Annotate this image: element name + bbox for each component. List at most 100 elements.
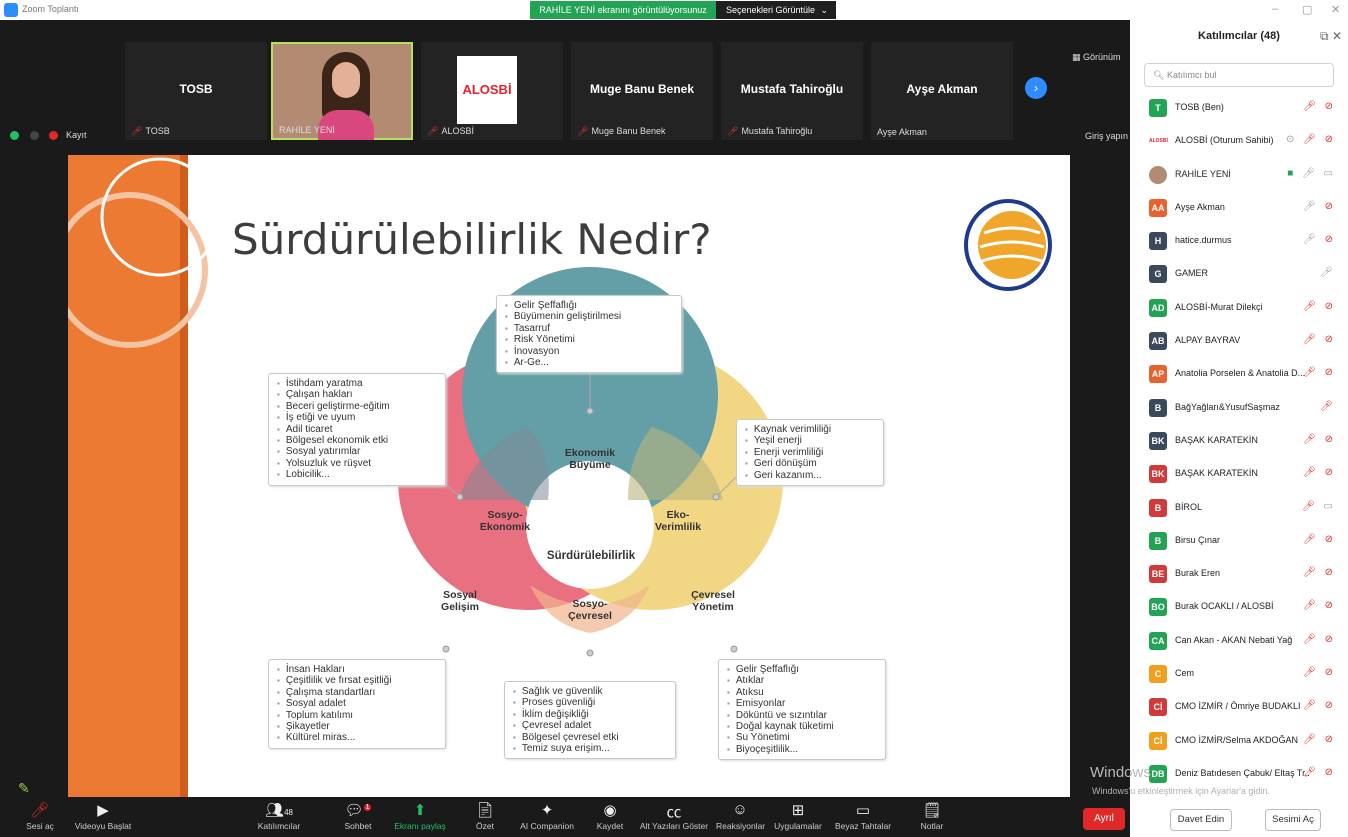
avatar: CA <box>1149 631 1167 650</box>
chat-icon: 💬︎ 1 <box>344 802 372 819</box>
bullet-item: Sosyal yatırımlar <box>277 446 439 457</box>
record-button[interactable]: ◉ Kaydet <box>590 801 630 831</box>
bullet-item: Proses güvenliği <box>513 697 669 708</box>
bullet-item: Yeşil enerji <box>745 435 877 446</box>
minimize-icon[interactable]: – <box>1272 3 1278 15</box>
cc-icon: ㏄ <box>666 804 682 821</box>
video-tile[interactable]: Muge Banu Benek 🎤︎ Muge Banu Benek <box>571 42 713 140</box>
notes-icon: 🗒︎ <box>922 802 942 819</box>
avatar: Cİ <box>1149 731 1167 750</box>
signal-icon[interactable] <box>29 131 39 141</box>
participant-row[interactable]: B BİROL 🎤︎ ▭ <box>1130 494 1348 527</box>
ai-companion-button[interactable]: ✦ AI Companion <box>516 801 578 831</box>
maximize-icon[interactable]: ▢ <box>1302 3 1312 16</box>
label-surdurulebilirlik: Sürdürülebilirlik <box>546 550 636 562</box>
reactions-button[interactable]: ☺ Reaksiyonlar <box>716 801 765 831</box>
bullet-item: Çalışma standartları <box>277 687 439 698</box>
notes-button[interactable]: 🗒︎ Notlar <box>914 801 950 831</box>
video-tile[interactable]: Mustafa Tahiroğlu 🎤︎ Mustafa Tahiroğlu <box>721 42 863 140</box>
bullet-item: Bölgesel ekonomik etki <box>277 435 439 446</box>
participant-status-icons: 🎤︎ ⊘ <box>1303 633 1336 645</box>
bullet-item: Şikayetler <box>277 721 439 732</box>
label-ekonomik-buyume: Ekonomik Büyüme <box>564 447 616 471</box>
participant-row[interactable]: Cİ CMO İZMİR/Selma AKDOĞAN 🎤︎ ⊘ <box>1130 727 1348 760</box>
bullet-item: Temiz suya erişim... <box>513 743 669 754</box>
participant-row[interactable]: Hhatice.durmus 🎤︎ ⊘ <box>1130 227 1348 260</box>
participant-name: BağYağları&YusufSaşmaz <box>1175 401 1280 412</box>
participant-row[interactable]: Cİ CMO İZMİR / Ömriye BUDAKLI 🎤︎ ⊘ <box>1130 693 1348 726</box>
participant-row[interactable]: BO Burak OCAKLI / ALOSBİ 🎤︎ ⊘ <box>1130 593 1348 626</box>
participant-row[interactable]: B Birsu Çınar 🎤︎ ⊘ <box>1130 527 1348 560</box>
participant-status-icons: 🎤︎ ⊘ <box>1303 600 1336 612</box>
unmute-button[interactable]: 🎤︎ Sesi aç <box>20 801 60 831</box>
whiteboards-button[interactable]: ▭ Beyaz Tahtalar <box>832 801 894 831</box>
participant-name: Burak Eren <box>1175 568 1221 579</box>
next-page-button[interactable]: › <box>1025 77 1047 99</box>
signin-link[interactable]: Giriş yapın <box>1085 131 1128 141</box>
avatar: ALOSBİ <box>1149 132 1168 151</box>
bullet-item: Döküntü ve sızıntılar <box>727 710 879 721</box>
participant-row[interactable]: BK BAŞAK KARATEKİN 🎤︎ ⊘ <box>1130 460 1348 493</box>
close-icon[interactable]: ✕ <box>1331 3 1340 16</box>
box-cevresel: Gelir ŞeffaflığıAtıklarAtıksuEmisyonlarD… <box>718 659 886 761</box>
participant-status-icons: 🎤︎ ⊘ <box>1303 334 1336 346</box>
video-tile[interactable]: Ayşe Akman Ayşe Akman <box>871 42 1013 140</box>
mic-muted-icon: 🎤︎ <box>131 126 143 136</box>
participant-row[interactable]: C Cem 🎤︎ ⊘ <box>1130 660 1348 693</box>
participant-row[interactable]: RAHİLE YENİ ■ 🎤︎ ▭ <box>1130 161 1348 194</box>
bullet-item: Atıklar <box>727 675 879 686</box>
participant-row[interactable]: AP Anatolia Porselen & Anatolia D... 🎤︎ ⊘ <box>1130 360 1348 393</box>
tile-label: 🎤︎ TOSB <box>131 126 170 136</box>
invite-button[interactable]: Davet Edin <box>1170 809 1232 831</box>
participant-status-icons: ■ 🎤︎ ▭ <box>1287 167 1336 179</box>
captions-button[interactable]: ㏄ Alt Yazıları Göster <box>638 801 710 831</box>
bullet-item: Biyoçeşitlilik... <box>727 744 879 755</box>
summary-button[interactable]: 📄︎ Özet <box>470 801 500 831</box>
bullet-item: Sosyal adalet <box>277 698 439 709</box>
view-button[interactable]: ▦ Görünüm <box>1072 52 1121 63</box>
apps-button[interactable]: ⊞ Uygulamalar <box>772 801 824 831</box>
participant-row[interactable]: AA Ayşe Akman 🎤︎ ⊘ <box>1130 194 1348 227</box>
participant-row[interactable]: ALOSBİ ALOSBİ (Oturum Sahibi) ⊙ 🎤︎ ⊘ <box>1130 127 1348 160</box>
bullet-item: Sağlık ve güvenlik <box>513 686 669 697</box>
shield-icon[interactable] <box>10 131 19 141</box>
participants-button[interactable]: 👥︎48 Katılımcılar <box>250 801 308 831</box>
video-tile[interactable]: TOSB 🎤︎ TOSB <box>125 42 267 140</box>
viewing-banner: RAHİLE YENİ ekranını görüntülüyorsunuz <box>530 1 716 19</box>
participant-status-icons: ⊙ 🎤︎ ⊘ <box>1285 134 1336 146</box>
participant-row[interactable]: CA Can Akan - AKAN Nebati Yağ 🎤︎ ⊘ <box>1130 627 1348 660</box>
leave-button[interactable]: Ayrıl <box>1083 808 1125 830</box>
start-video-button[interactable]: ▶︎ Videoyu Başlat <box>72 801 134 831</box>
annotate-pencil-icon[interactable]: ✎ <box>18 780 30 797</box>
participant-row[interactable]: G GAMER 🎤︎ <box>1130 260 1348 293</box>
participant-row[interactable]: AB ALPAY BAYRAV 🎤︎ ⊘ <box>1130 327 1348 360</box>
unmute-self-button[interactable]: Sesimi Aç <box>1265 809 1321 831</box>
participant-search-input[interactable]: 🔍︎ Katılımcı bul <box>1144 63 1334 87</box>
video-tile[interactable]: ALOSBİ 🎤︎ ALOSBİ <box>421 42 563 140</box>
participant-status-icons: 🎤︎ ⊘ <box>1303 567 1336 579</box>
avatar: BO <box>1149 598 1167 617</box>
participant-name: Birsu Çınar <box>1175 534 1221 545</box>
participant-status-icons: 🎤︎ ⊘ <box>1303 200 1336 212</box>
status-bar: Kayıt <box>10 130 87 146</box>
popout-icon[interactable]: ⧉ <box>1320 29 1329 43</box>
view-options-button[interactable]: Seçenekleri Görüntüle ⌄ <box>716 1 836 19</box>
mic-muted-icon: 🎤︎ <box>577 126 589 136</box>
chat-button[interactable]: 💬︎ 1 Sohbet <box>336 801 380 831</box>
participant-name: Anatolia Porselen & Anatolia D... <box>1175 368 1306 379</box>
bullet-item: Geri dönüşüm <box>745 458 877 469</box>
active-speaker-tile[interactable]: RAHİLE YENİ <box>271 42 413 140</box>
participants-icon: 👥︎48 <box>265 802 293 819</box>
participant-row[interactable]: B BağYağları&YusufSaşmaz 🎤︎ <box>1130 394 1348 427</box>
close-icon[interactable]: ✕ <box>1332 29 1342 43</box>
participant-row[interactable]: BK BAŞAK KARATEKİN 🎤︎ ⊘ <box>1130 427 1348 460</box>
participant-row[interactable]: T TOSB (Ben) 🎤︎ ⊘ <box>1130 94 1348 127</box>
smile-icon: ☺ <box>732 801 748 818</box>
chevron-down-icon: ⌄ <box>820 5 828 15</box>
share-screen-button[interactable]: ⬆︎ Ekranı paylaş <box>394 801 446 831</box>
mic-muted-icon: 🎤︎ <box>427 126 439 136</box>
participant-row[interactable]: BE Burak Eren 🎤︎ ⊘ <box>1130 560 1348 593</box>
participant-row[interactable]: AD ALOSBİ-Murat Dilekçi 🎤︎ ⊘ <box>1130 294 1348 327</box>
box-sosyo-ekonomik: İstihdam yaratmaÇalışan haklarıBeceri ge… <box>268 373 446 486</box>
participant-name: BAŞAK KARATEKİN <box>1175 434 1258 445</box>
